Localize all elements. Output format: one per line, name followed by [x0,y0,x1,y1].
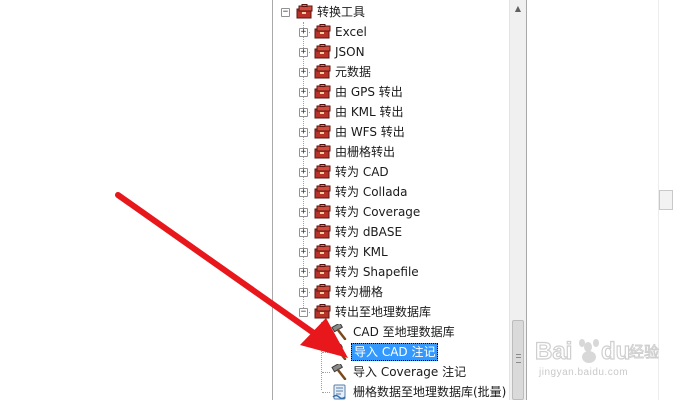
svg-text:du: du [601,338,630,365]
tree-node-label: 转为 Collada [335,185,408,199]
expand-toggle[interactable]: + [299,128,308,137]
tree-node-label: 转为 KML [335,245,388,259]
tree-node-toolbox[interactable]: + 转为栅格 [273,282,509,302]
toolbox-icon [314,144,331,159]
tree-node-label: 由 GPS 转出 [335,85,403,99]
expand-toggle[interactable]: + [299,68,308,77]
expand-toggle[interactable]: + [299,248,308,257]
tree-node-label: 转为 Shapefile [335,265,419,279]
tree-node-tool[interactable]: CAD 至地理数据库 [273,322,509,342]
tree-node-label: 转换工具 [317,5,366,19]
hammer-icon [331,364,347,380]
svg-text:经验: 经验 [629,343,659,361]
expand-toggle[interactable]: + [299,228,308,237]
grip-icon [516,354,521,363]
tree-node-toolbox[interactable]: + 转为 Collada [273,182,509,202]
toolbox-icon [314,84,331,99]
svg-text:Bai: Bai [535,338,572,365]
tree-node-label: 导入 Coverage 注记 [353,365,467,379]
toolbox-icon [314,64,331,79]
tree-node-toolbox[interactable]: + 转为 CAD [273,162,509,182]
collapse-toggle[interactable]: − [299,308,308,317]
tree-node-toolbox[interactable]: + 由 GPS 转出 [273,82,509,102]
toolbox-icon [314,284,331,299]
baidu-watermark: Bai du 经验 jingyan.baidu.com [533,333,663,381]
toolbox-tree[interactable]: − 转换工具 + Excel + JSON + 元数据 + 由 GPS 转出 + 由 KML 转出… [273,0,509,400]
tree-node-toolbox[interactable]: + 转为 Shapefile [273,262,509,282]
tree-node-tool[interactable]: 栅格数据至地理数据库(批量) [273,382,509,402]
scroll-up-icon[interactable]: ▲ [510,0,526,17]
tree-node-toolbox[interactable]: + 转为 dBASE [273,222,509,242]
tree-node-toolbox[interactable]: + 元数据 [273,62,509,82]
tree-node-toolbox[interactable]: + 由栅格转出 [273,142,509,162]
tree-node-toolbox[interactable]: − 转出至地理数据库 [273,302,509,322]
tree-connector [322,372,330,373]
toolbox-icon [314,44,331,59]
expand-toggle[interactable]: + [299,288,308,297]
blank-left-area [0,0,272,400]
tree-node-label: Excel [335,25,367,39]
tree-node-label: JSON [335,45,365,59]
toolbox-icon [314,124,331,139]
tree-node-tool[interactable]: 导入 Coverage 注记 [273,362,509,382]
tree-vertical-scrollbar[interactable]: ▲ [509,0,526,400]
toolbox-icon [314,184,331,199]
tree-node-label: 由栅格转出 [335,145,396,159]
tree-node-toolbox[interactable]: + 由 KML 转出 [273,102,509,122]
collapse-toggle[interactable]: − [281,8,290,17]
toolbox-icon [314,304,331,319]
expand-toggle[interactable]: + [299,88,308,97]
tree-node-toolbox[interactable]: + Excel [273,22,509,42]
tree-node-toolbox[interactable]: + 转为 KML [273,242,509,262]
tree-node-label: 转为 Coverage [335,205,421,219]
tree-node-label: 由 KML 转出 [335,105,404,119]
expand-toggle[interactable]: + [299,148,308,157]
outer-scroll-thumb[interactable] [659,190,673,210]
tree-node-label: 转为栅格 [335,285,384,299]
tree-connector [322,332,330,333]
tree-node-toolbox[interactable]: + 由 WFS 转出 [273,122,509,142]
baidu-logo: Bai du 经验 [534,337,659,365]
toolbox-icon [314,164,331,179]
expand-toggle[interactable]: + [299,108,308,117]
tree-node-label: CAD 至地理数据库 [353,325,455,339]
hammer-icon [331,344,347,360]
expand-toggle[interactable]: + [299,188,308,197]
toolbox-icon [314,244,331,259]
expand-toggle[interactable]: + [299,208,308,217]
expand-toggle[interactable]: + [299,48,308,57]
tree-connector [322,352,330,353]
scroll-thumb[interactable] [512,320,524,400]
tree-node-label: 转出至地理数据库 [335,305,432,319]
watermark-url: jingyan.baidu.com [539,367,629,378]
tree-node-label: 转为 CAD [335,165,389,179]
expand-toggle[interactable]: + [299,168,308,177]
outer-scrollbar[interactable] [659,0,700,400]
toolbox-icon [314,224,331,239]
tree-node-conversion-tools[interactable]: − 转换工具 [273,2,509,22]
toolbox-icon [314,104,331,119]
script-icon [332,384,346,400]
tree-node-label: 栅格数据至地理数据库(批量) [353,385,507,399]
expand-toggle[interactable]: + [299,268,308,277]
expand-toggle[interactable]: + [299,28,308,37]
tree-node-label: 元数据 [335,65,372,79]
toolbox-icon [296,4,313,19]
toolbox-icon [314,264,331,279]
tree-node-toolbox[interactable]: + JSON [273,42,509,62]
tree-connector [322,392,330,393]
tree-node-label: 由 WFS 转出 [335,125,405,139]
tree-node-toolbox[interactable]: + 转为 Coverage [273,202,509,222]
hammer-icon [331,324,347,340]
tree-node-label: 转为 dBASE [335,225,403,239]
tree-node-tool[interactable]: 导入 CAD 注记 [273,342,509,362]
toolbox-icon [314,24,331,39]
toolbox-icon [314,204,331,219]
tree-node-label: 导入 CAD 注记 [351,343,439,361]
